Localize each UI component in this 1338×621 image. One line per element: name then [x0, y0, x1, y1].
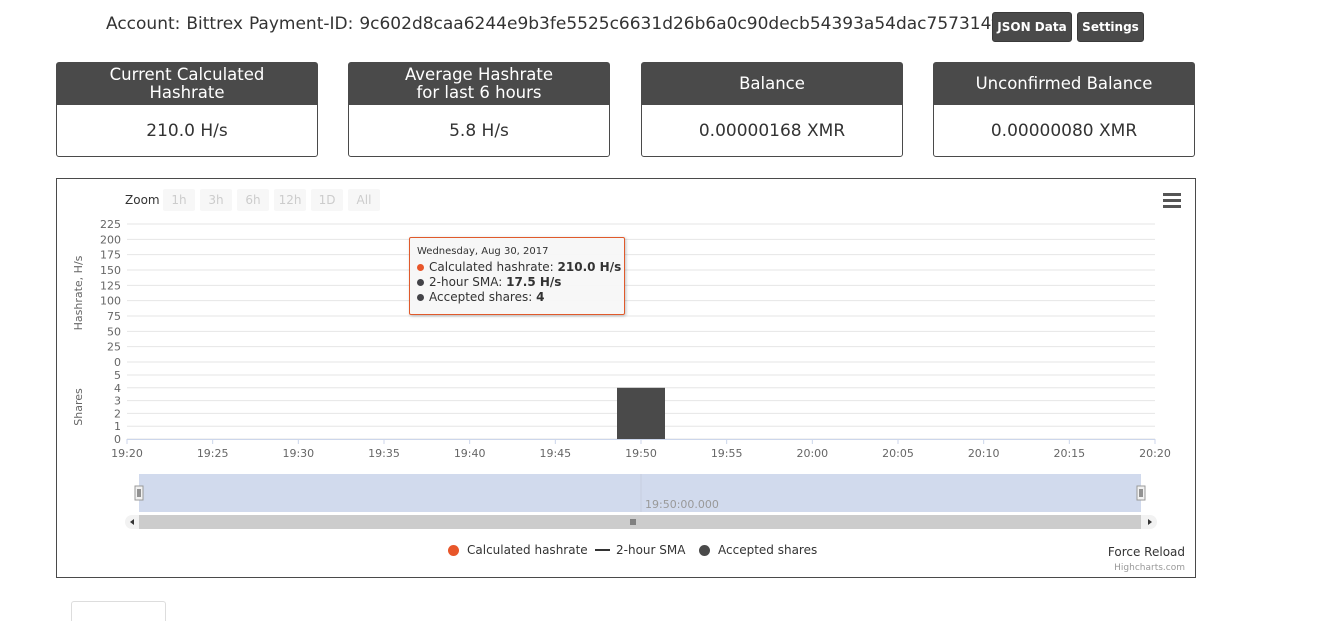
y-tick-label: 2 — [114, 407, 121, 420]
legend-label: Calculated hashrate — [467, 543, 588, 557]
y-tick-label: 125 — [100, 279, 121, 292]
legend-label: 2-hour SMA — [616, 543, 686, 557]
y-tick-label: 0 — [114, 433, 121, 446]
y-tick-label: 0 — [114, 356, 121, 369]
x-tick-label: 20:10 — [968, 447, 1000, 460]
legend-item-sma[interactable]: 2-hour SMA — [595, 543, 685, 557]
y-tick-label: 50 — [107, 325, 121, 338]
card-header: Current Calculated Hashrate — [57, 63, 317, 105]
legend-item-calculated-hashrate[interactable]: Calculated hashrate — [448, 543, 588, 557]
tooltip-label: Calculated hashrate: — [429, 260, 558, 274]
average-hashrate-card: Average Hashrate for last 6 hours 5.8 H/… — [348, 62, 610, 157]
card-header: Average Hashrate for last 6 hours — [349, 63, 609, 105]
x-tick-label: 19:40 — [454, 447, 486, 460]
y-tick-label: 150 — [100, 264, 121, 277]
card-value: 5.8 H/s — [449, 121, 509, 141]
card-value: 210.0 H/s — [146, 121, 228, 141]
y-tick-label: 3 — [114, 395, 121, 408]
current-hashrate-card: Current Calculated Hashrate 210.0 H/s — [56, 62, 318, 157]
account-label: Account: — [106, 14, 181, 34]
y-axis-title: Hashrate, H/s — [72, 255, 85, 330]
account-line: Account: Bittrex Payment-ID: 9c602d8caa6… — [106, 14, 1030, 34]
y-tick-label: 175 — [100, 249, 121, 262]
x-tick-label: 20:20 — [1139, 447, 1171, 460]
card-header: Unconfirmed Balance — [934, 63, 1194, 105]
payment-id-value: 9c602d8caa6244e9b3fe5525c6631d26b6a0c90d… — [359, 14, 1030, 34]
shares-bar — [617, 387, 665, 439]
legend-item-accepted-shares[interactable]: Accepted shares — [699, 543, 817, 557]
y-tick-label: 1 — [114, 420, 121, 433]
legend-label: Accepted shares — [718, 543, 818, 557]
card-header: Balance — [642, 63, 902, 105]
bottom-panel-tab — [71, 601, 166, 621]
tooltip-row-hashrate: Calculated hashrate: 210.0 H/s — [417, 260, 621, 275]
scrollbar-thumb — [139, 515, 1141, 529]
x-tick-label: 19:55 — [711, 447, 743, 460]
tooltip-value: 210.0 H/s — [557, 260, 622, 274]
balance-card: Balance 0.00000168 XMR — [641, 62, 903, 157]
json-data-button[interactable]: JSON Data — [992, 12, 1072, 42]
line-icon — [595, 549, 610, 551]
card-title-line1: Average Hashrate — [404, 65, 554, 84]
x-tick-label: 19:35 — [368, 447, 400, 460]
navigator-label: 19:50:00.000 — [645, 498, 719, 511]
tooltip-row-shares: Accepted shares: 4 — [417, 290, 617, 305]
card-title-line2: for last 6 hours — [416, 83, 542, 102]
tooltip-value: 17.5 H/s — [506, 275, 562, 289]
navigator-handle — [134, 485, 144, 501]
hashrate-chart: Zoom 1h 3h 6h 12h 1D All 0 25 50 75 100 125 15… — [56, 178, 1196, 578]
tooltip-label: 2-hour SMA: — [429, 275, 507, 289]
x-tick-label: 20:05 — [882, 447, 914, 460]
shares-dot-icon — [417, 294, 424, 301]
y-tick-label: 5 — [114, 369, 121, 382]
y-tick-label: 200 — [100, 233, 121, 246]
y-tick-label: 75 — [107, 310, 121, 323]
settings-button[interactable]: Settings — [1077, 12, 1144, 42]
y-tick-label: 100 — [100, 295, 121, 308]
account-name: Bittrex — [186, 14, 243, 34]
chart-tooltip: Wednesday, Aug 30, 2017 Calculated hashr… — [409, 237, 625, 315]
chart-plot-area: 0255075100125150175200225Hashrate, H/s01… — [72, 218, 1171, 529]
highcharts-credits[interactable]: Highcharts.com — [1114, 563, 1185, 573]
tooltip-date: Wednesday, Aug 30, 2017 — [417, 246, 549, 257]
x-tick-label: 19:20 — [111, 447, 143, 460]
tooltip-row-sma: 2-hour SMA: 17.5 H/s — [417, 275, 617, 290]
sma-dot-icon — [417, 279, 424, 286]
x-tick-label: 20:15 — [1053, 447, 1085, 460]
card-value: 0.00000168 XMR — [698, 121, 846, 141]
circle-icon — [448, 544, 459, 556]
circle-icon — [699, 544, 710, 556]
card-title-line2: Hashrate — [149, 83, 225, 102]
x-tick-label: 19:50 — [625, 447, 657, 460]
card-title-line1: Unconfirmed Balance — [975, 74, 1153, 93]
tooltip-label: Accepted shares: — [429, 290, 537, 304]
y-tick-label: 25 — [107, 341, 121, 354]
tooltip-value: 4 — [536, 290, 545, 304]
x-tick-label: 20:00 — [796, 447, 828, 460]
navigator-handle — [1136, 485, 1146, 501]
navigator-range — [139, 474, 1141, 512]
y-tick-label: 4 — [114, 382, 121, 395]
card-value: 0.00000080 XMR — [990, 121, 1138, 141]
y-tick-label: 225 — [100, 218, 121, 231]
force-reload-link[interactable]: Force Reload — [1108, 545, 1185, 559]
card-title-line1: Current Calculated — [109, 65, 265, 84]
x-tick-label: 19:45 — [539, 447, 571, 460]
card-title-line1: Balance — [739, 74, 805, 93]
payment-id-label: Payment-ID: — [248, 14, 354, 34]
x-tick-label: 19:25 — [197, 447, 229, 460]
hashrate-dot-icon — [417, 264, 424, 271]
x-tick-label: 19:30 — [282, 447, 314, 460]
y-axis-title: Shares — [72, 388, 85, 426]
unconfirmed-balance-card: Unconfirmed Balance 0.00000080 XMR — [933, 62, 1195, 157]
